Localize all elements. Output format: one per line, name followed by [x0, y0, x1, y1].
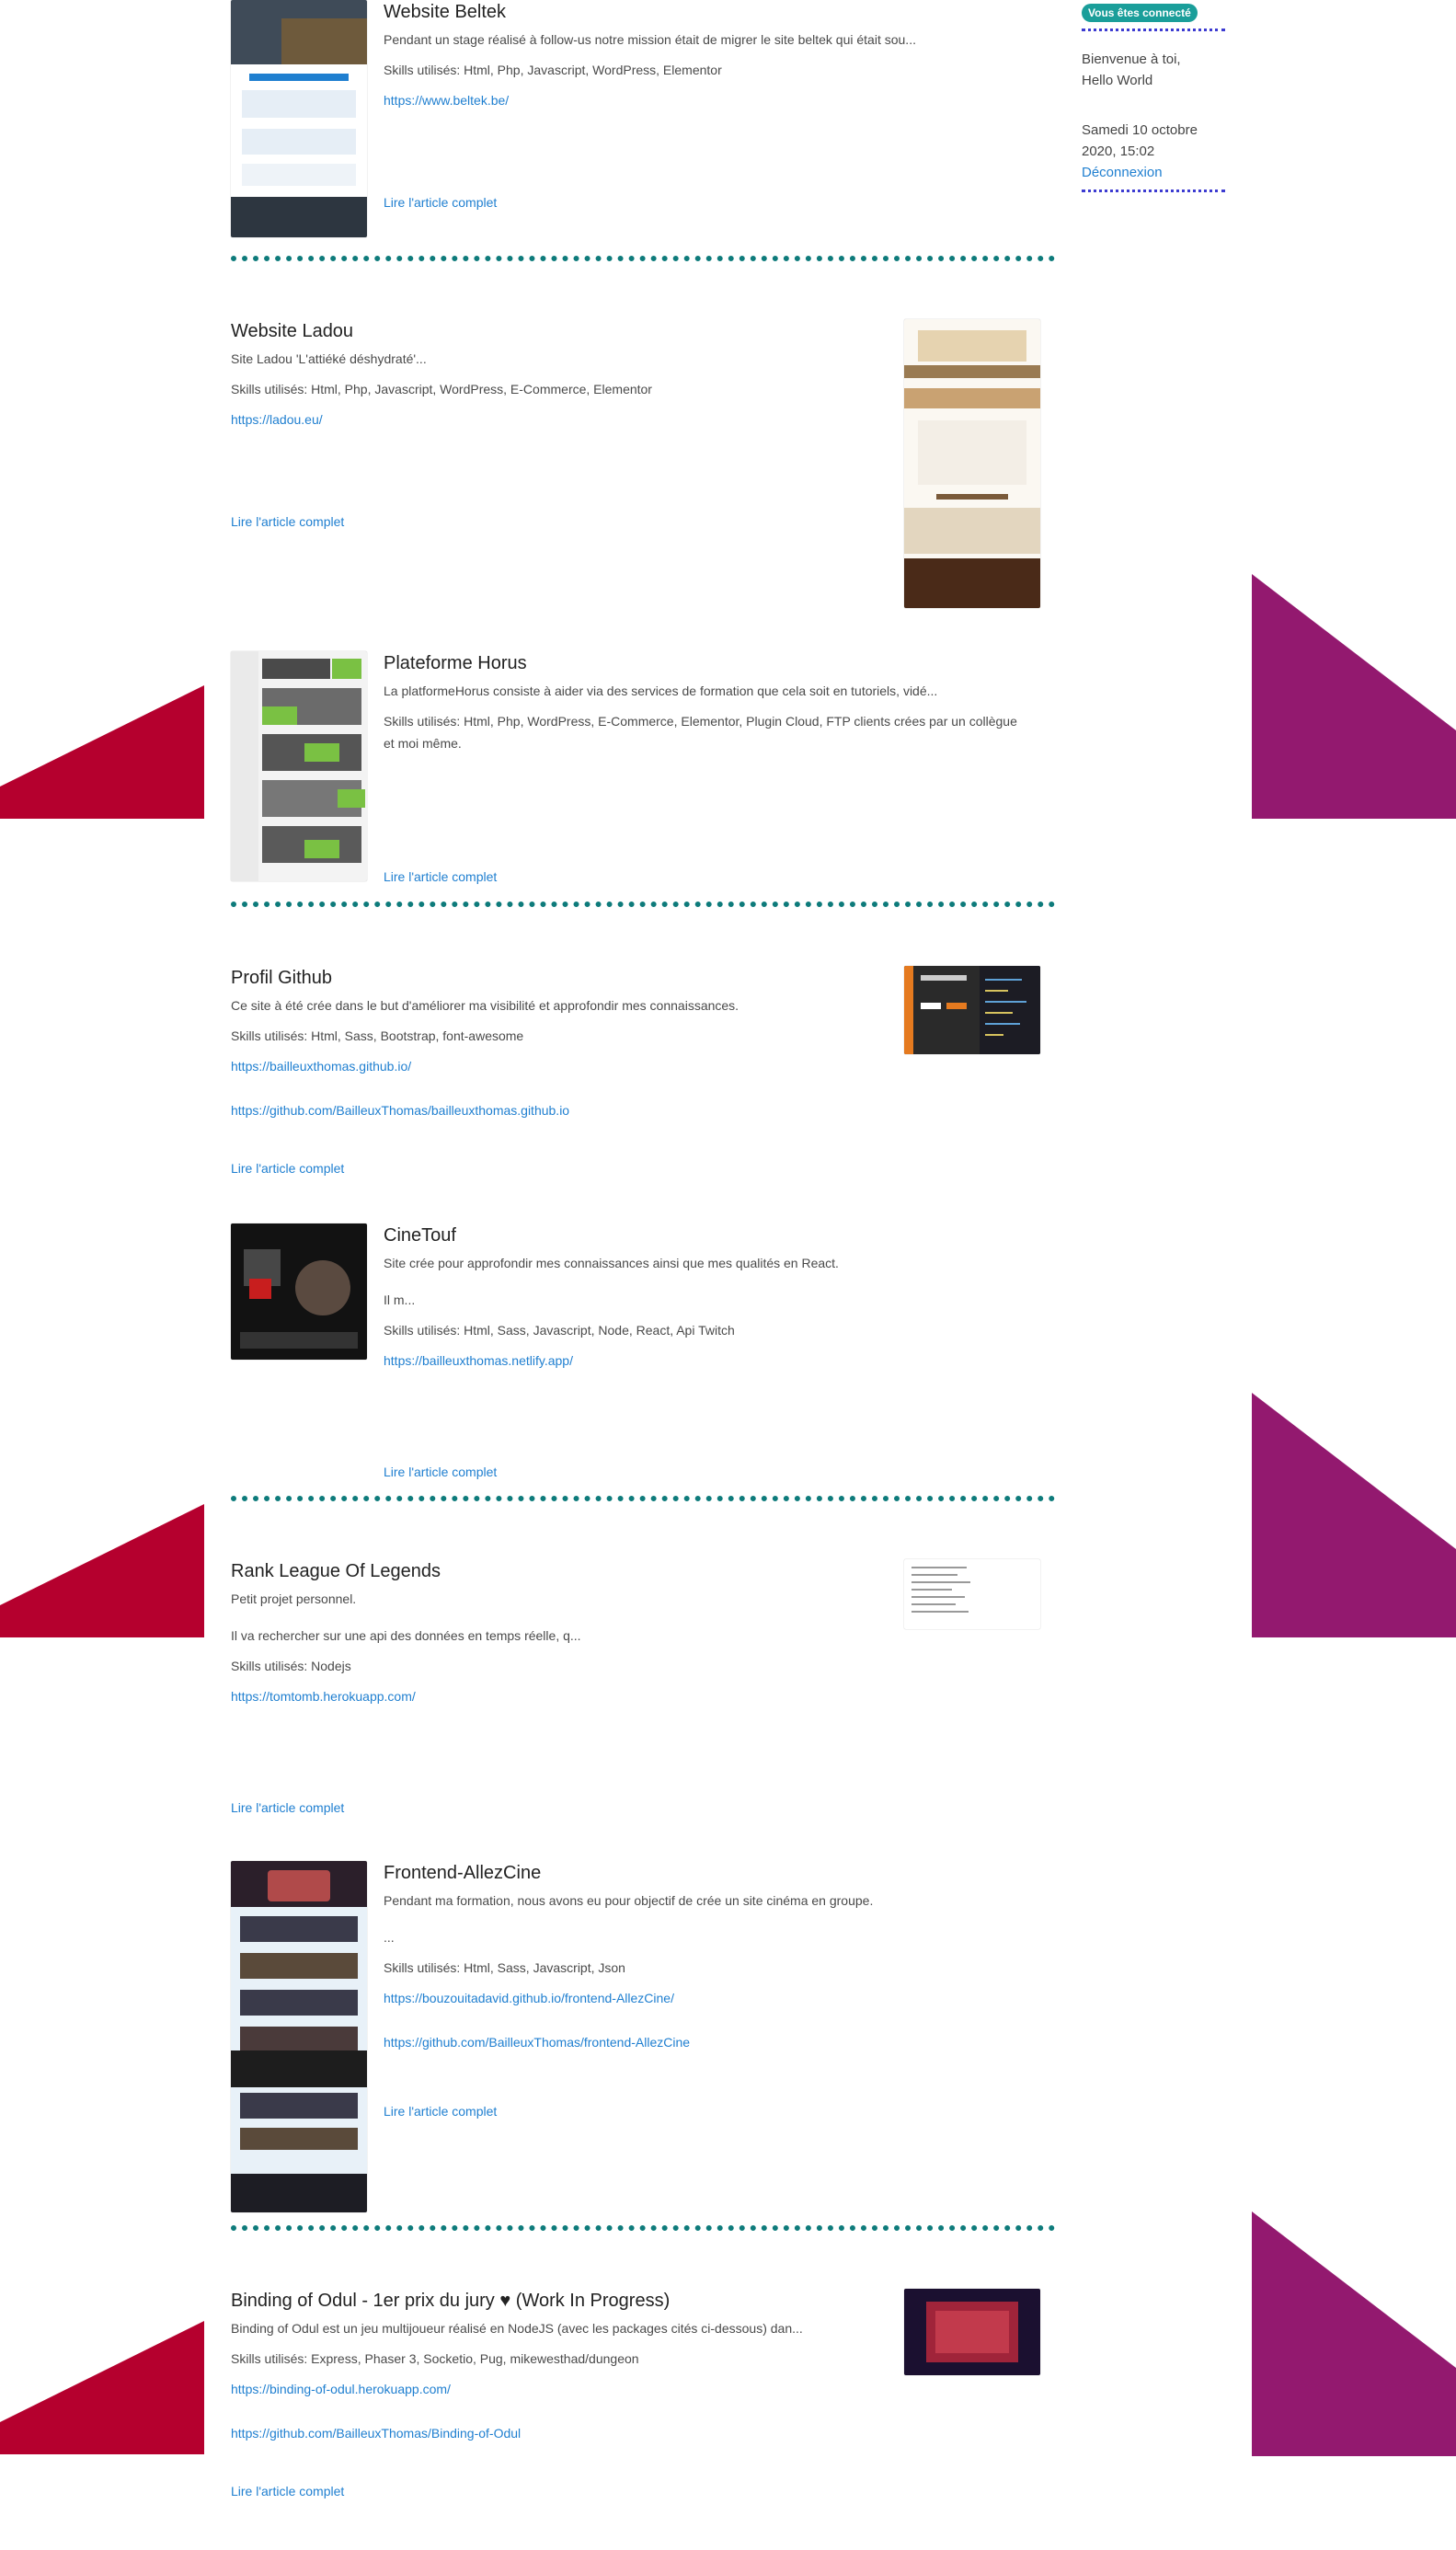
article-card: Rank League Of Legends Petit projet pers… — [231, 1559, 1040, 1817]
article-skills: Skills utilisés: Html, Php, Javascript, … — [231, 382, 652, 396]
article-skills: Skills utilisés: Html, Php, Javascript, … — [384, 63, 722, 77]
read-more-link[interactable]: Lire l'article complet — [384, 1463, 497, 1481]
article-title[interactable]: Rank League Of Legends — [231, 1559, 875, 1583]
article-title[interactable]: Plateforme Horus — [384, 651, 1027, 675]
article-card: Profil Github Ce site à été crée dans le… — [231, 966, 1040, 1187]
article-excerpt-more: ... — [384, 1930, 395, 1945]
article-thumbnail[interactable] — [231, 0, 367, 237]
username: Hello World — [1082, 73, 1153, 88]
article-body: Frontend-AllezCine Pendant ma formation,… — [384, 1861, 1027, 2076]
article-body: CineTouf Site crée pour approfondir mes … — [384, 1223, 1027, 1395]
article-excerpt: Pendant ma formation, nous avons eu pour… — [384, 1893, 874, 1908]
article-body: Binding of Odul - 1er prix du jury ♥ (Wo… — [231, 2289, 875, 2467]
article-card: Plateforme Horus La platformeHorus consi… — [231, 651, 1040, 890]
article-card: CineTouf Site crée pour approfondir mes … — [231, 1223, 1040, 1490]
decorative-red-triangle — [0, 1504, 204, 1637]
read-more-link[interactable]: Lire l'article complet — [231, 1159, 344, 1177]
article-separator — [231, 2225, 1055, 2231]
article-thumbnail[interactable] — [231, 651, 367, 881]
decorative-red-triangle — [0, 2321, 204, 2454]
article-excerpt: Site Ladou 'L'attiéké déshydraté'... — [231, 351, 427, 366]
article-skills: Skills utilisés: Html, Sass, Javascript,… — [384, 1323, 735, 1338]
project-link[interactable]: https://github.com/BailleuxThomas/fronte… — [384, 2032, 1027, 2052]
article-skills: Skills utilisés: Express, Phaser 3, Sock… — [231, 2351, 639, 2366]
article-skills: Skills utilisés: Html, Sass, Javascript,… — [384, 1960, 625, 1975]
project-link[interactable]: https://bouzouitadavid.github.io/fronten… — [384, 1988, 1027, 2008]
article-body: Rank League Of Legends Petit projet pers… — [231, 1559, 875, 1730]
decorative-purple-triangle — [1252, 1393, 1456, 1637]
date-time-line: 2020, 15:02 — [1082, 144, 1155, 159]
project-link[interactable]: https://tomtomb.herokuapp.com/ — [231, 1686, 875, 1706]
decorative-purple-triangle — [1252, 574, 1456, 819]
read-more-link[interactable]: Lire l'article complet — [231, 1798, 344, 1817]
article-skills: Skills utilisés: Html, Sass, Bootstrap, … — [231, 1028, 524, 1043]
article-body: Profil Github Ce site à été crée dans le… — [231, 966, 875, 1144]
date-line: Samedi 10 octobre — [1082, 122, 1198, 138]
article-separator — [231, 1496, 1055, 1501]
article-card: Website Ladou Site Ladou 'L'attiéké désh… — [231, 319, 1040, 614]
article-card: Binding of Odul - 1er prix du jury ♥ (Wo… — [231, 2289, 1040, 2510]
decorative-purple-triangle — [1252, 2211, 1456, 2456]
sidebar-divider — [1082, 29, 1225, 31]
article-skills: Skills utilisés: Nodejs — [231, 1659, 351, 1673]
article-excerpt: Binding of Odul est un jeu multijoueur r… — [231, 2321, 803, 2336]
project-link[interactable]: https://github.com/BailleuxThomas/Bindin… — [231, 2423, 875, 2443]
project-link[interactable]: https://binding-of-odul.herokuapp.com/ — [231, 2379, 875, 2399]
article-skills: Skills utilisés: Html, Php, WordPress, E… — [384, 714, 1017, 751]
logout-link[interactable]: Déconnexion — [1082, 162, 1225, 183]
article-thumbnail[interactable] — [904, 319, 1040, 608]
read-more-link[interactable]: Lire l'article complet — [384, 2102, 497, 2120]
article-excerpt: Ce site à été crée dans le but d'amélior… — [231, 998, 739, 1013]
project-link[interactable]: https://bailleuxthomas.netlify.app/ — [384, 1350, 1027, 1371]
read-more-link[interactable]: Lire l'article complet — [384, 867, 497, 886]
project-link[interactable]: https://ladou.eu/ — [231, 409, 875, 430]
article-body: Website Ladou Site Ladou 'L'attiéké désh… — [231, 319, 875, 454]
user-sidebar: Vous êtes connecté Bienvenue à toi, Hell… — [1082, 0, 1225, 192]
article-thumbnail[interactable] — [231, 1861, 367, 2212]
article-excerpt: Petit projet personnel. — [231, 1591, 357, 1606]
article-separator — [231, 902, 1055, 907]
article-thumbnail[interactable] — [904, 966, 1040, 1054]
article-excerpt-more: Il va rechercher sur une api des données… — [231, 1628, 581, 1643]
article-title[interactable]: Binding of Odul - 1er prix du jury ♥ (Wo… — [231, 2289, 875, 2313]
article-card: Website Beltek Pendant un stage réalisé … — [231, 0, 1040, 241]
welcome-line: Bienvenue à toi, — [1082, 52, 1181, 67]
article-thumbnail[interactable] — [904, 1559, 1040, 1629]
article-excerpt: Pendant un stage réalisé à follow-us not… — [384, 32, 916, 47]
article-title[interactable]: Profil Github — [231, 966, 875, 990]
connected-status-badge: Vous êtes connecté — [1082, 4, 1198, 22]
article-separator — [231, 256, 1055, 261]
article-card: Frontend-AllezCine Pendant ma formation,… — [231, 1861, 1040, 2220]
article-body: Website Beltek Pendant un stage réalisé … — [384, 0, 1027, 134]
article-title[interactable]: CineTouf — [384, 1223, 1027, 1247]
current-datetime: Samedi 10 octobre 2020, 15:02 Déconnexio… — [1082, 120, 1225, 183]
article-title[interactable]: Website Beltek — [384, 0, 1027, 24]
project-link[interactable]: https://bailleuxthomas.github.io/ — [231, 1056, 875, 1076]
article-thumbnail[interactable] — [231, 1223, 367, 1360]
article-title[interactable]: Website Ladou — [231, 319, 875, 343]
article-excerpt-more: Il m... — [384, 1292, 416, 1307]
project-link[interactable]: https://github.com/BailleuxThomas/baille… — [231, 1100, 875, 1120]
read-more-link[interactable]: Lire l'article complet — [231, 2482, 344, 2500]
article-title[interactable]: Frontend-AllezCine — [384, 1861, 1027, 1885]
welcome-message: Bienvenue à toi, Hello World — [1082, 49, 1225, 91]
sidebar-divider — [1082, 190, 1225, 192]
article-body: Plateforme Horus La platformeHorus consi… — [384, 651, 1027, 764]
decorative-red-triangle — [0, 685, 204, 819]
project-link[interactable]: https://www.beltek.be/ — [384, 90, 1027, 110]
article-excerpt: La platformeHorus consiste à aider via d… — [384, 683, 938, 698]
read-more-link[interactable]: Lire l'article complet — [384, 193, 497, 212]
article-excerpt: Site crée pour approfondir mes connaissa… — [384, 1256, 839, 1270]
read-more-link[interactable]: Lire l'article complet — [231, 512, 344, 531]
article-thumbnail[interactable] — [904, 2289, 1040, 2375]
